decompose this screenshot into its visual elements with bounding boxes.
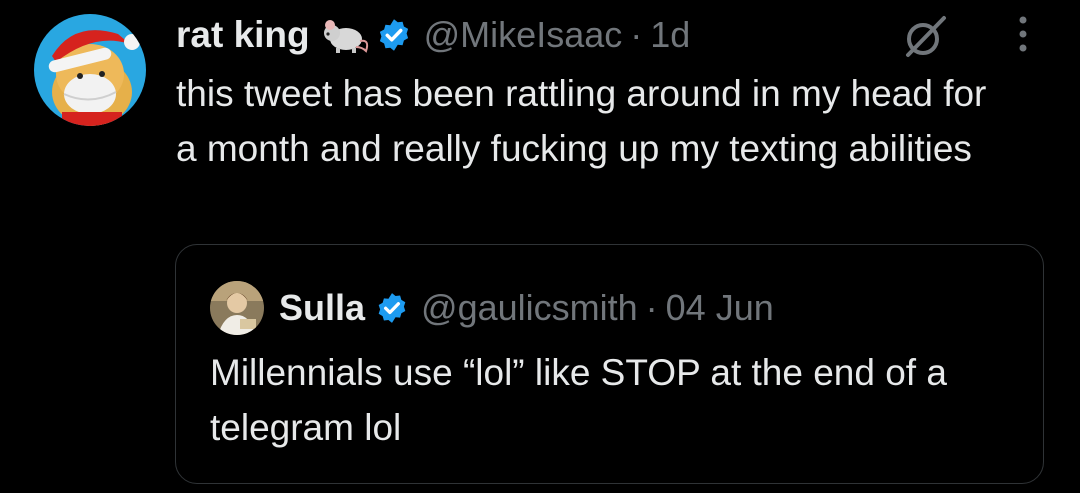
- tweet-timestamp[interactable]: 1d: [650, 14, 690, 56]
- author-avatar[interactable]: [34, 14, 146, 126]
- separator-dot: ·: [645, 287, 658, 328]
- verified-badge-icon: [376, 17, 412, 53]
- separator-dot: ·: [630, 14, 643, 55]
- tweet-text: this tweet has been rattling around in m…: [176, 73, 987, 169]
- quoted-tweet-text: Millennials use “lol” like STOP at the e…: [210, 352, 947, 448]
- quoted-author-name[interactable]: Sulla: [279, 287, 365, 329]
- quoted-author-avatar[interactable]: [210, 281, 264, 335]
- tweet-header: rat king @MikeIsaac · 1d: [176, 10, 690, 60]
- more-options-icon[interactable]: [1008, 12, 1038, 56]
- quoted-tweet-header: Sulla @gaulicsmith · 04 Jun: [279, 283, 774, 333]
- author-handle[interactable]: @MikeIsaac: [424, 14, 623, 56]
- rat-emoji-icon: [322, 15, 370, 55]
- author-name[interactable]: rat king: [176, 14, 310, 56]
- quoted-tweet-card[interactable]: Sulla @gaulicsmith · 04 Jun Millennials …: [175, 244, 1044, 484]
- grok-icon[interactable]: [902, 14, 948, 60]
- verified-badge-icon: [375, 291, 409, 325]
- quoted-tweet-timestamp[interactable]: 04 Jun: [666, 287, 774, 329]
- quoted-author-handle[interactable]: @gaulicsmith: [421, 287, 638, 329]
